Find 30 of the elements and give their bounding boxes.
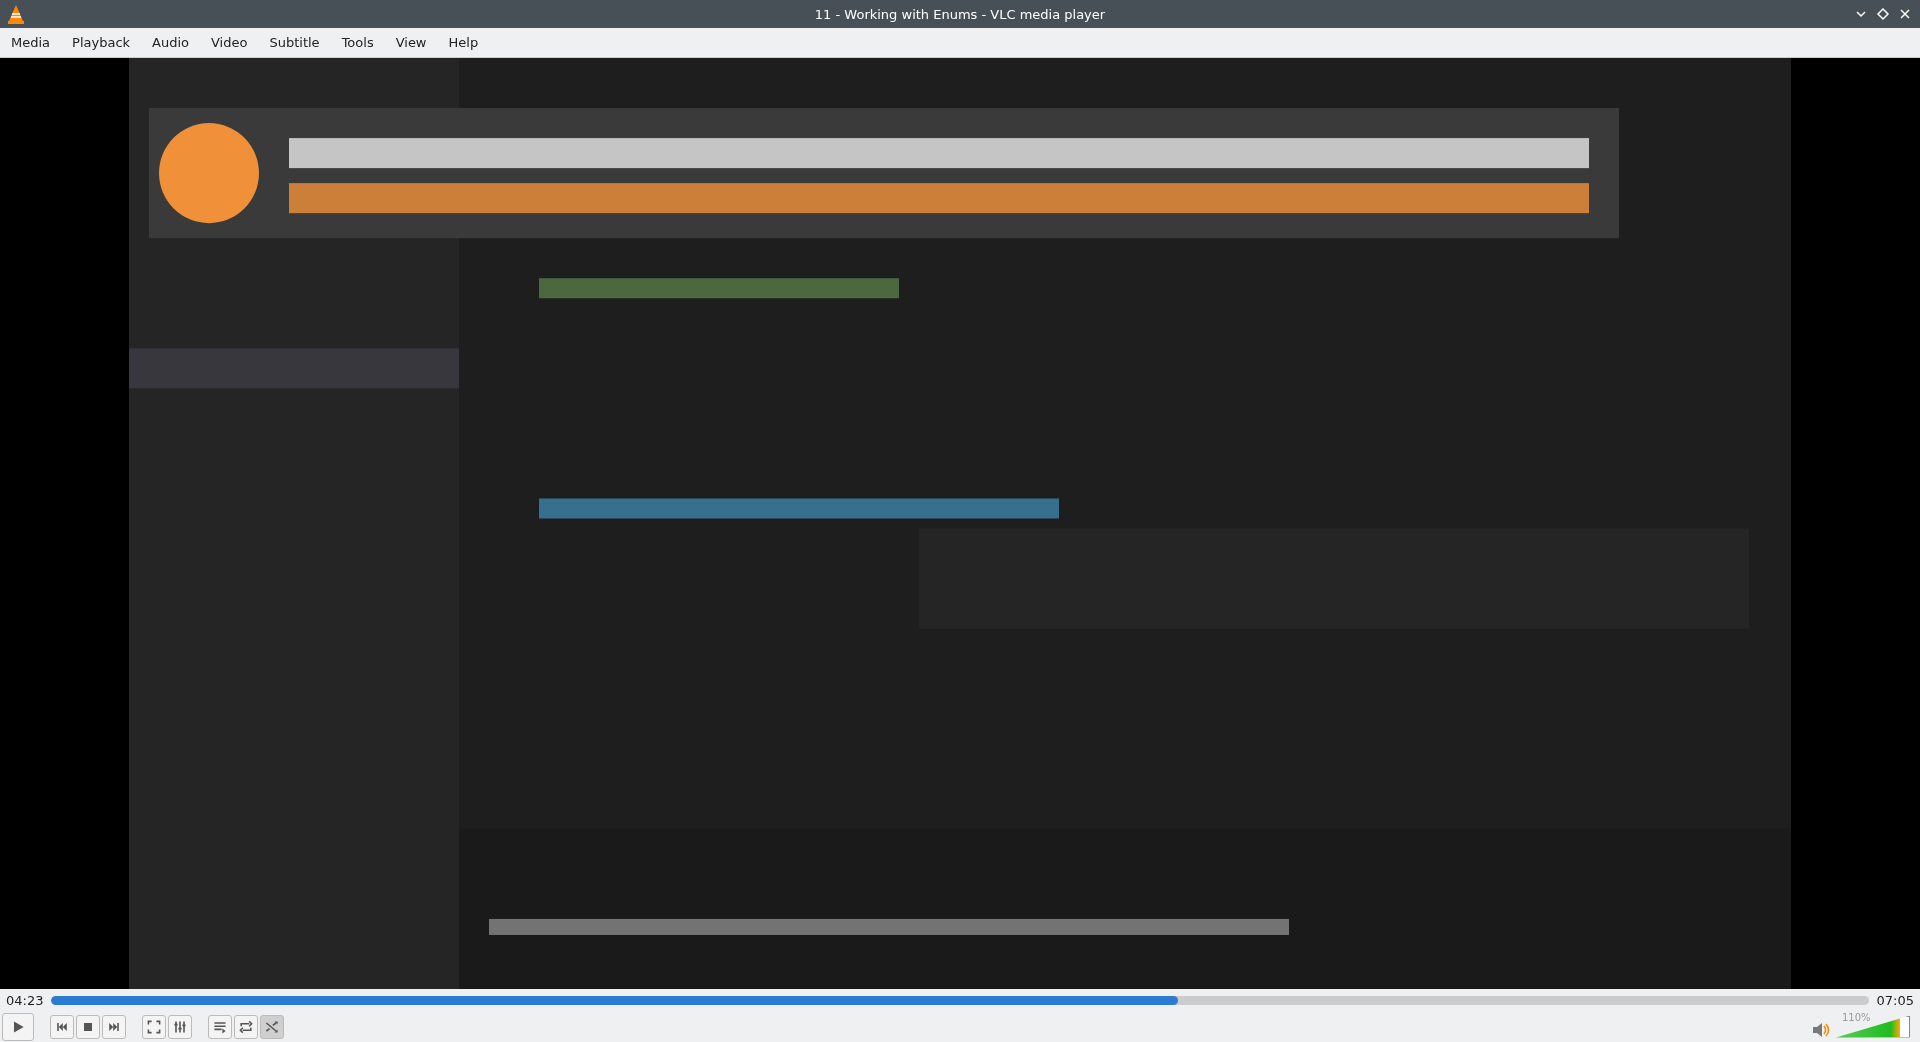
menu-item[interactable]: Help [437, 30, 490, 55]
fullscreen-icon [146, 1018, 162, 1035]
shuffle-button[interactable] [260, 1014, 284, 1039]
speaker-icon[interactable] [1812, 1021, 1830, 1038]
maximize-icon[interactable] [1876, 7, 1890, 21]
menu-item[interactable]: Audio [141, 30, 200, 55]
previous-button[interactable] [50, 1014, 74, 1039]
cone-icon [7, 4, 25, 24]
elapsed-time: 04:23 [6, 992, 44, 1008]
menu-item[interactable]: View [384, 30, 438, 55]
settings-button[interactable] [168, 1014, 192, 1039]
loop-button[interactable] [234, 1014, 258, 1039]
playlist-button[interactable] [208, 1014, 232, 1039]
loop-icon [238, 1018, 254, 1035]
next-button[interactable] [102, 1014, 126, 1039]
menu-item[interactable]: Video [200, 30, 259, 55]
window-title: 11 - Working with Enums - VLC media player [814, 6, 1106, 22]
total-time: 07:05 [1876, 992, 1914, 1008]
menu-item[interactable]: Tools [330, 30, 385, 55]
menu-item[interactable]: Subtitle [258, 30, 331, 55]
stop-button[interactable] [76, 1014, 100, 1039]
close-icon[interactable] [1898, 7, 1912, 21]
fullscreen-button[interactable] [142, 1014, 166, 1039]
play-button[interactable] [2, 1012, 34, 1041]
settings-icon [172, 1018, 188, 1035]
volume-reading: 110% [1842, 1011, 1871, 1023]
menu-item[interactable]: Playback [61, 30, 142, 55]
menu-item[interactable]: Media [0, 30, 62, 55]
shuffle-icon [264, 1018, 280, 1035]
seek-bar[interactable] [51, 995, 1869, 1005]
